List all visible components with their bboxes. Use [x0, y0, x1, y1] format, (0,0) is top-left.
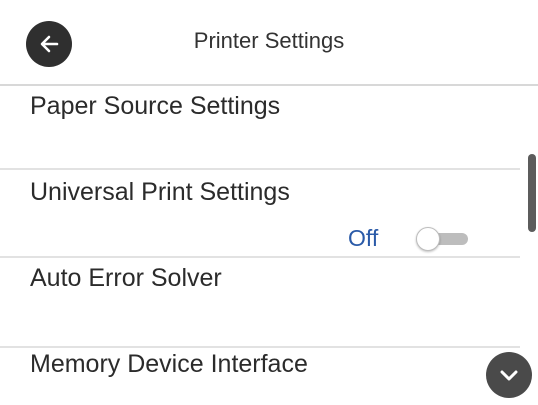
scrollbar[interactable]: [528, 86, 536, 405]
scroll-down-button[interactable]: [486, 352, 532, 398]
header-bar: Printer Settings: [0, 0, 538, 86]
printer-settings-screen: Printer Settings Paper Source Settings U…: [0, 0, 538, 405]
list-item-auto-error-solver[interactable]: Auto Error Solver: [0, 258, 520, 348]
list-item-label: Universal Print Settings: [30, 178, 290, 206]
list-item-label: Memory Device Interface: [30, 350, 308, 378]
list-item-paper-source-settings[interactable]: Paper Source Settings: [0, 86, 520, 170]
auto-error-solver-status: Off: [348, 225, 379, 251]
list-item-label: Paper Source Settings: [30, 92, 281, 120]
toggle-knob: [416, 227, 440, 251]
chevron-down-icon: [500, 370, 518, 381]
list-item-label: Auto Error Solver: [30, 264, 222, 292]
scrollbar-thumb[interactable]: [528, 154, 536, 232]
page-title: Printer Settings: [193, 28, 345, 53]
auto-error-solver-toggle[interactable]: [414, 227, 470, 251]
list-item-memory-device-interface[interactable]: Memory Device Interface: [0, 348, 520, 405]
